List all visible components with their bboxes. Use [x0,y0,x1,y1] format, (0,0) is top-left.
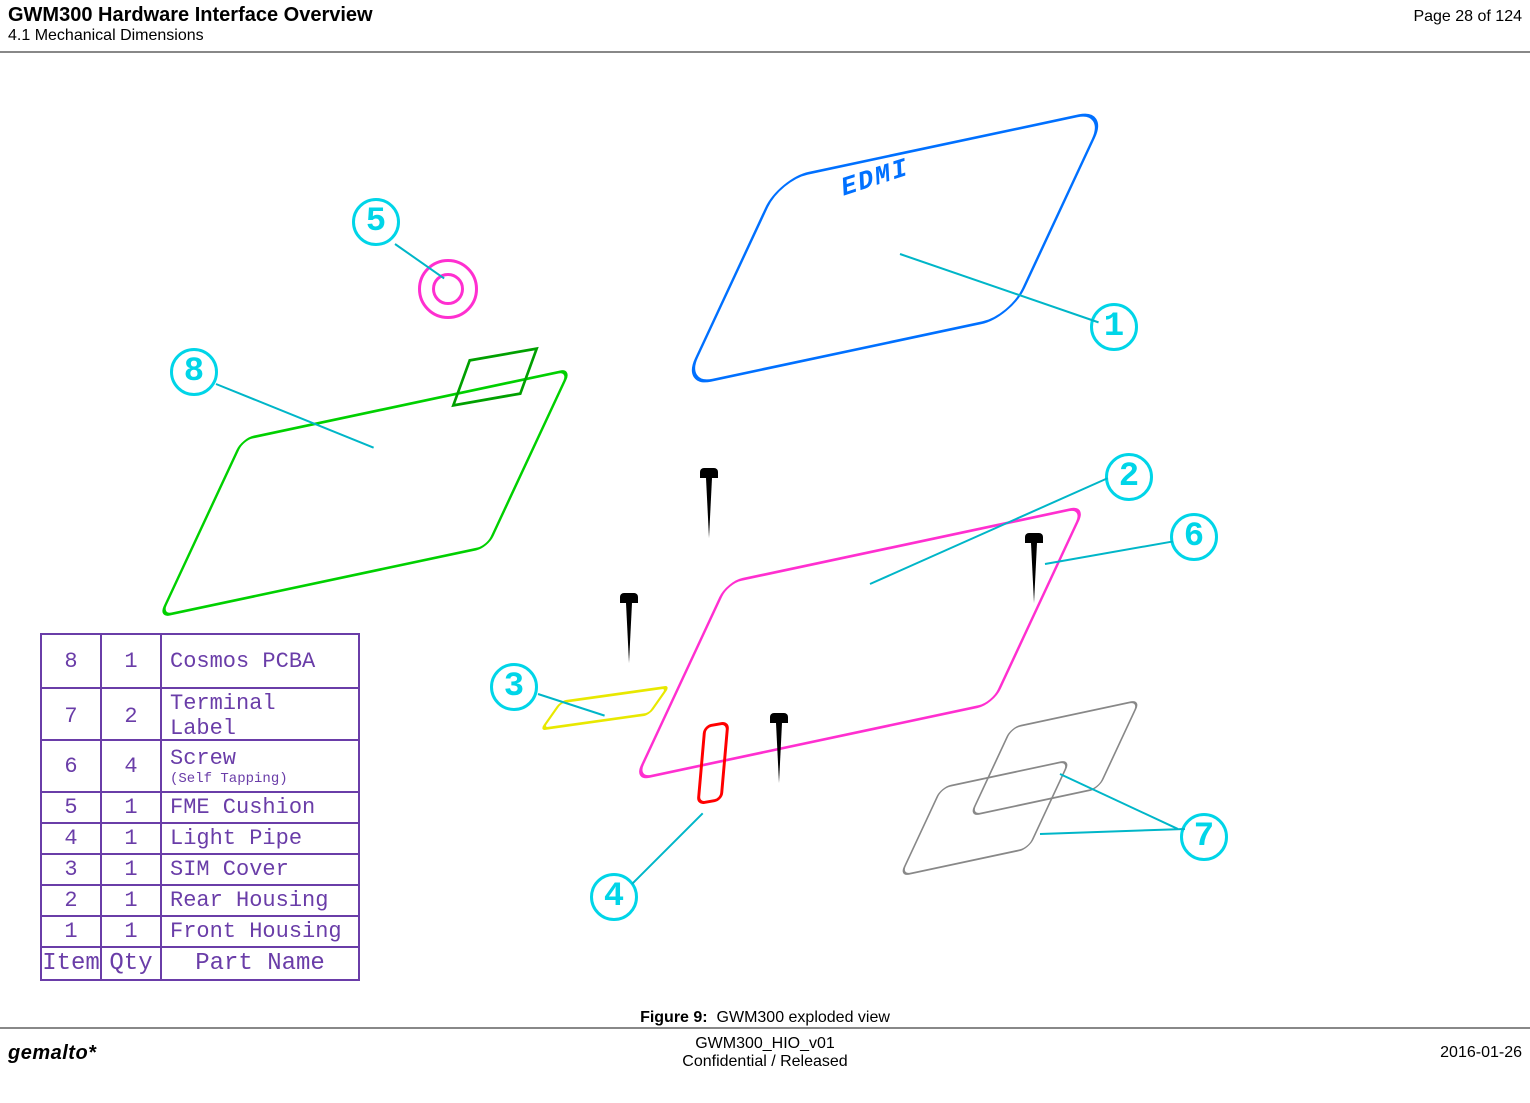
leader-4 [631,813,703,885]
bom-header-qty: Qty [102,948,162,979]
bom-item: 4 [42,824,102,853]
footer-brand: gemalto* [8,1042,513,1065]
bom-row: 5 1 FME Cushion [42,791,358,822]
bom-row: 2 1 Rear Housing [42,884,358,915]
bom-name-main: Screw [170,746,236,771]
bom-row: 1 1 Front Housing [42,915,358,946]
bom-row: 6 4 Screw (Self Tapping) [42,739,358,791]
part-fme-cushion-inner [432,273,464,305]
bom-header-name: Part Name [162,948,358,979]
callout-8: 8 [170,348,218,396]
leader-7a [1060,773,1179,830]
bom-name-sub: (Self Tapping) [170,771,288,787]
page-number: Page 28 of 124 [1413,8,1522,26]
bom-qty: 2 [102,689,162,743]
part-screw [1025,533,1043,603]
bom-item: 6 [42,741,102,791]
bom-row: 3 1 SIM Cover [42,853,358,884]
bom-qty: 1 [102,635,162,687]
bom-table: 8 1 Cosmos PCBA 7 2 Terminal Label 6 4 S… [40,633,360,981]
callout-1: 1 [1090,303,1138,351]
bom-item: 3 [42,855,102,884]
section-title: 4.1 Mechanical Dimensions [8,27,1522,45]
bom-name: Light Pipe [162,824,358,853]
bom-name: FME Cushion [162,793,358,822]
bom-item: 7 [42,689,102,743]
page-footer: gemalto* GWM300_HIO_v01 Confidential / R… [0,1027,1530,1071]
bom-qty: 1 [102,855,162,884]
callout-3: 3 [490,663,538,711]
bom-row: 7 2 Terminal Label [42,687,358,739]
part-sim-cover [539,685,670,730]
bom-name: Front Housing [162,917,358,946]
bom-name: Rear Housing [162,886,358,915]
figure-exploded-view: EDMI 1 2 3 4 5 6 7 8 8 1 Cosmos PCBA 7 2 [0,53,1530,1013]
part-screw [620,593,638,663]
bom-item: 1 [42,917,102,946]
bom-item: 8 [42,635,102,687]
part-screw [700,468,718,538]
part-terminal-label-2 [899,759,1071,877]
callout-6: 6 [1170,513,1218,561]
callout-5: 5 [352,198,400,246]
footer-classification: Confidential / Released [513,1053,1018,1071]
callout-4: 4 [590,873,638,921]
bom-header-item: Item [42,948,102,979]
bom-name: Cosmos PCBA [162,635,358,687]
footer-doc-id: GWM300_HIO_v01 [513,1035,1018,1053]
bom-qty: 1 [102,886,162,915]
bom-name: Terminal Label [162,689,358,743]
footer-date: 2016-01-26 [1017,1044,1522,1062]
bom-name: Screw (Self Tapping) [162,741,358,791]
bom-name: SIM Cover [162,855,358,884]
part-pcba [158,368,572,618]
callout-2: 2 [1105,453,1153,501]
part-front-housing [681,108,1109,388]
part-screw [770,713,788,783]
bom-qty: 1 [102,793,162,822]
callout-7: 7 [1180,813,1228,861]
bom-item: 2 [42,886,102,915]
bom-item: 5 [42,793,102,822]
bom-row: 4 1 Light Pipe [42,822,358,853]
bom-header-row: Item Qty Part Name [42,946,358,979]
leader-7b [1040,828,1185,835]
bom-qty: 1 [102,824,162,853]
bom-qty: 4 [102,741,162,791]
bom-qty: 1 [102,917,162,946]
bom-row: 8 1 Cosmos PCBA [42,635,358,687]
doc-title: GWM300 Hardware Interface Overview [8,4,373,27]
page-header: GWM300 Hardware Interface Overview Page … [0,0,1530,53]
